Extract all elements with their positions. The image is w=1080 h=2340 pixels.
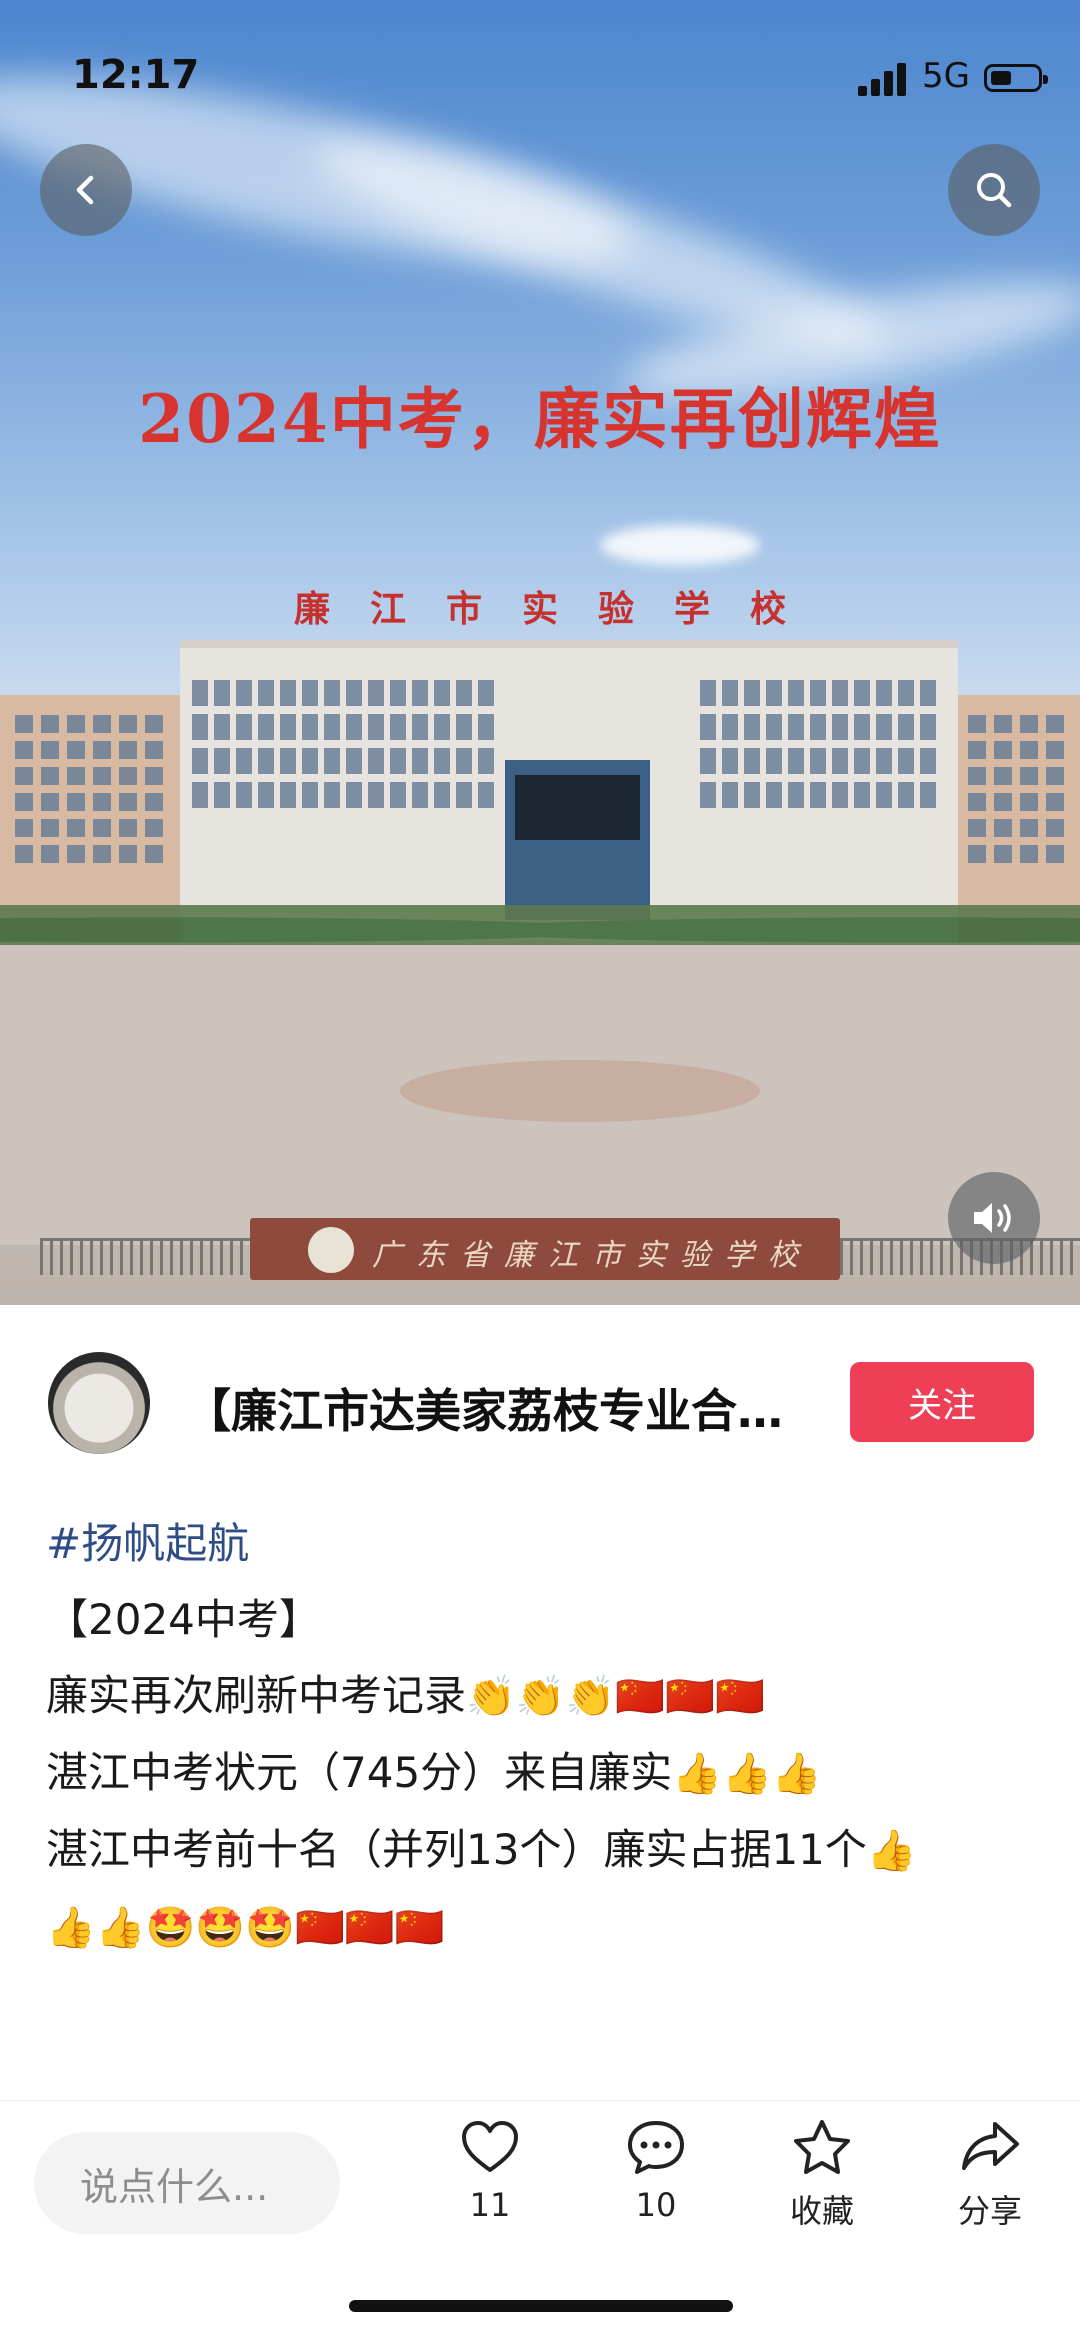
star-icon — [794, 2120, 850, 2174]
led-screen — [515, 775, 640, 840]
heart-icon — [462, 2121, 518, 2172]
status-time: 12:17 — [72, 52, 200, 98]
volume-icon — [974, 1203, 1011, 1233]
roof-sign: 廉江市实验学校 — [293, 588, 826, 630]
post-line: 湛江中考状元（745分）来自廉实👍👍👍 — [46, 1748, 822, 1797]
collect-button[interactable]: 收藏 — [762, 2118, 882, 2232]
comment-count: 10 — [635, 2186, 677, 2224]
post-image[interactable]: 2024中考，廉实再创辉煌 廉江市实验学校 广东省廉江市实验学校 12:17 5… — [0, 0, 1080, 1305]
emoji-group: 👍👍👍 — [672, 1751, 822, 1797]
hero-title: 2024中考，廉实再创辉煌 — [138, 380, 942, 458]
emoji-group: 👏👏👏🇨🇳🇨🇳🇨🇳 — [466, 1674, 765, 1720]
post-line: 【2024中考】 — [46, 1595, 321, 1644]
author-name[interactable]: 【廉江市达美家荔枝专业合… — [185, 1375, 825, 1441]
post-line: 湛江中考前十名（并列13个）廉实占据11个👍 — [46, 1825, 917, 1874]
gate-sign: 广东省廉江市实验学校 — [372, 1238, 812, 1273]
follow-button[interactable]: 关注 — [850, 1362, 1034, 1442]
search-icon — [977, 173, 1012, 208]
emoji-group: 👍👍🤩🤩🤩🇨🇳🇨🇳🇨🇳 — [46, 1905, 445, 1951]
comment-input[interactable]: 说点什么... — [34, 2132, 340, 2234]
like-count: 11 — [469, 2186, 511, 2224]
hashtag-link[interactable]: #扬帆起航 — [46, 1506, 1046, 1582]
author-avatar[interactable] — [48, 1352, 150, 1454]
back-arrow-icon — [76, 175, 94, 205]
post-line: 👍👍🤩🤩🤩🇨🇳🇨🇳🇨🇳 — [46, 1889, 1046, 1966]
home-indicator[interactable] — [349, 2300, 733, 2312]
like-button[interactable]: 11 — [430, 2118, 550, 2224]
share-icon — [962, 2122, 1019, 2170]
comment-button[interactable]: 10 — [596, 2118, 716, 2224]
school-emblem — [308, 1227, 354, 1273]
share-label: 分享 — [957, 2192, 1022, 2230]
battery-icon — [984, 64, 1048, 92]
back-button[interactable] — [40, 144, 132, 236]
post-line: 廉实再次刷新中考记录👏👏👏🇨🇳🇨🇳🇨🇳 — [46, 1671, 765, 1720]
signal-icon — [858, 62, 910, 96]
collect-label: 收藏 — [789, 2192, 854, 2230]
share-button[interactable]: 分享 — [930, 2118, 1050, 2232]
search-button[interactable] — [948, 144, 1040, 236]
emoji-group: 👍 — [866, 1828, 917, 1874]
volume-button[interactable] — [948, 1172, 1040, 1264]
status-bar: 12:17 5G — [0, 0, 1080, 150]
comment-icon — [628, 2121, 684, 2174]
network-type: 5G — [922, 56, 970, 96]
post-content: #扬帆起航 【2024中考】 廉实再次刷新中考记录👏👏👏🇨🇳🇨🇳🇨🇳 湛江中考状… — [46, 1506, 1046, 1966]
